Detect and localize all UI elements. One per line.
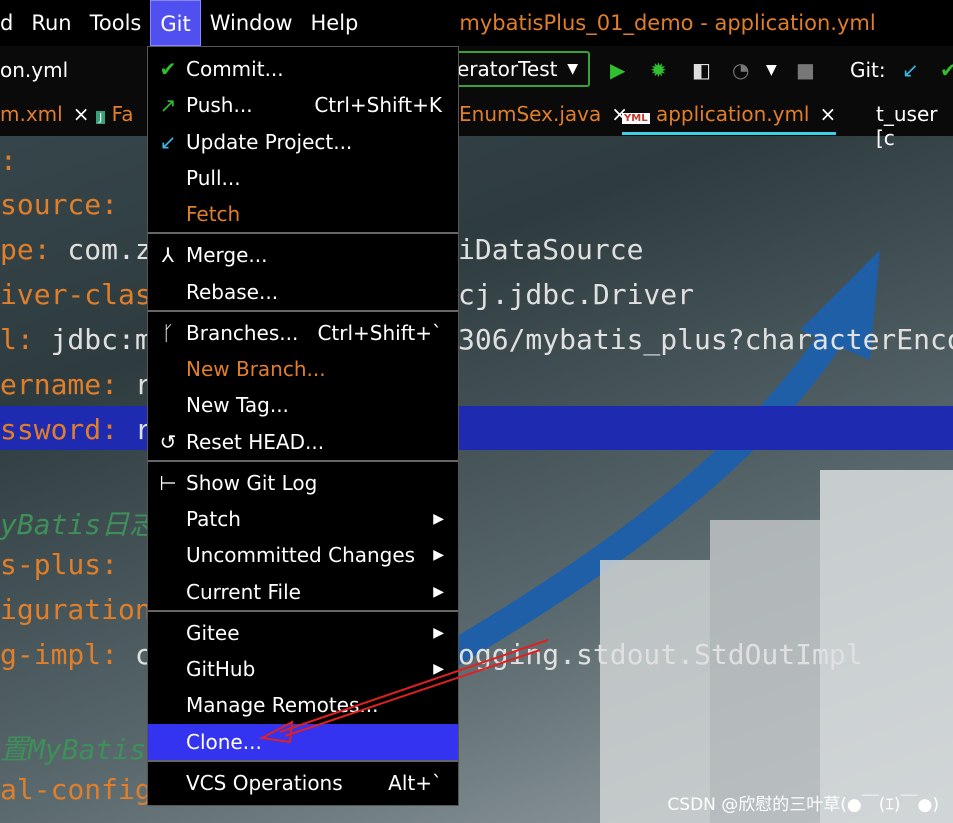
annotation-arrow — [258, 639, 549, 744]
watermark: CSDN @欣慰的三叶草(●￣(ｴ)￣●) — [667, 795, 939, 815]
